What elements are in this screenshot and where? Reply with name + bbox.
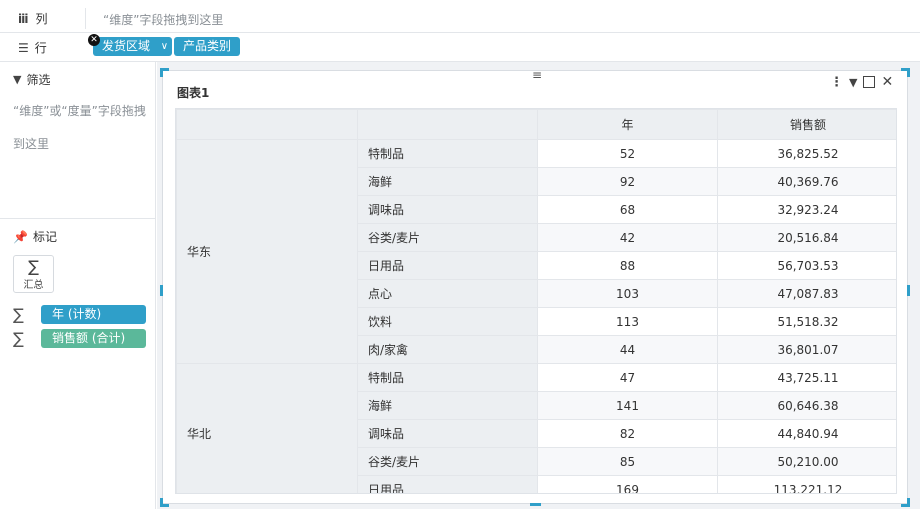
year-cell: 169	[537, 475, 718, 493]
category-cell: 日用品	[357, 475, 538, 493]
sigma-icon: ∑	[13, 305, 24, 324]
chevron-down-icon[interactable]: ∨	[161, 37, 168, 56]
close-icon[interactable]: ✕	[881, 74, 893, 90]
columns-icon: ⅲ	[18, 11, 30, 26]
sales-cell: 51,518.32	[717, 307, 896, 336]
row-shelf[interactable]: ☰ 行 发货区域 ∨ ✕ 产品类别	[0, 33, 920, 62]
remove-pill-icon[interactable]: ✕	[88, 34, 100, 46]
filter-icon: ▼	[13, 73, 22, 86]
measure-year-pill[interactable]: 年 (计数)	[41, 305, 146, 324]
drag-handle-icon[interactable]: ≡	[530, 69, 544, 81]
chart-toolbar: ⋮ ▼ ✕	[830, 74, 893, 90]
category-cell: 海鲜	[357, 391, 538, 420]
summary-label: 汇总	[23, 280, 44, 291]
sales-cell: 36,801.07	[717, 335, 896, 364]
measure-sales-pill[interactable]: 销售额 (合计)	[41, 329, 146, 348]
resize-edge-right[interactable]	[907, 285, 910, 296]
resize-edge-left[interactable]	[160, 285, 163, 296]
year-cell: 52	[537, 139, 718, 168]
year-cell: 103	[537, 279, 718, 308]
resize-corner-bottom-left[interactable]	[160, 498, 169, 507]
year-cell: 42	[537, 223, 718, 252]
section-divider	[0, 218, 156, 219]
shelf-divider	[85, 8, 86, 29]
pin-icon: 📌	[13, 229, 28, 244]
category-cell: 肉/家禽	[357, 335, 538, 364]
header-region	[176, 109, 358, 140]
category-cell: 调味品	[357, 419, 538, 448]
category-cell: 特制品	[357, 363, 538, 392]
left-panel: ▼ 筛选 “维度”或“度量”字段拖拽到这里 📌 标记 ∑ 汇总 ∑ 年 (计数)…	[0, 62, 156, 509]
column-shelf-hint: “维度”字段拖拽到这里	[103, 13, 224, 27]
row-pill-category[interactable]: 产品类别	[174, 37, 241, 56]
category-cell: 特制品	[357, 139, 538, 168]
sales-cell: 47,087.83	[717, 279, 896, 308]
column-shelf-label: ⅲ 列	[18, 10, 47, 27]
header-category	[357, 109, 538, 140]
sales-cell: 32,923.24	[717, 195, 896, 224]
rows-icon: ☰	[18, 40, 29, 55]
year-cell: 82	[537, 419, 718, 448]
year-cell: 113	[537, 307, 718, 336]
filter-drop-hint[interactable]: “维度”或“度量”字段拖拽到这里	[13, 95, 151, 161]
category-cell: 饮料	[357, 307, 538, 336]
more-icon[interactable]: ⋮	[830, 75, 843, 90]
table-row: 华北 特制品 47 43,725.11	[176, 363, 896, 493]
chart-title: 图表1	[177, 86, 210, 100]
filter-section-title: ▼ 筛选	[13, 71, 50, 88]
year-cell: 85	[537, 447, 718, 476]
region-cell: 华北	[176, 363, 358, 493]
sales-cell: 60,646.38	[717, 391, 896, 420]
resize-edge-bottom[interactable]	[530, 503, 541, 506]
table-row: 华东 特制品 52 36,825.52	[176, 139, 896, 364]
region-cell: 华东	[176, 139, 358, 364]
resize-corner-top-right[interactable]	[901, 68, 910, 77]
sales-cell: 113,221.12	[717, 475, 896, 493]
sales-cell: 50,210.00	[717, 447, 896, 476]
marks-title-text: 标记	[32, 230, 57, 244]
measure-year[interactable]: ∑ 年 (计数)	[13, 305, 146, 324]
resize-corner-top-left[interactable]	[160, 68, 169, 77]
year-cell: 92	[537, 167, 718, 196]
column-shelf-text: 列	[35, 12, 48, 26]
sales-cell: 56,703.53	[717, 251, 896, 280]
column-shelf[interactable]: ⅲ 列 “维度”字段拖拽到这里	[0, 4, 920, 33]
sigma-icon: ∑	[13, 329, 24, 348]
row-shelf-text: 行	[34, 41, 47, 55]
row-shelf-label: ☰ 行	[18, 39, 47, 56]
row-pill-label: 发货区域	[102, 39, 151, 53]
year-cell: 68	[537, 195, 718, 224]
category-cell: 谷类/麦片	[357, 223, 538, 252]
resize-corner-bottom-right[interactable]	[901, 498, 910, 507]
category-cell: 海鲜	[357, 167, 538, 196]
marks-section-title: 📌 标记	[13, 228, 57, 245]
summary-button[interactable]: ∑ 汇总	[13, 255, 54, 293]
year-cell: 88	[537, 251, 718, 280]
sales-cell: 40,369.76	[717, 167, 896, 196]
filter-icon[interactable]: ▼	[849, 76, 857, 89]
year-cell: 141	[537, 391, 718, 420]
row-pill-region[interactable]: 发货区域 ∨	[93, 37, 173, 56]
category-cell: 日用品	[357, 251, 538, 280]
filter-title-text: 筛选	[26, 73, 51, 87]
measure-sales[interactable]: ∑ 销售额 (合计)	[13, 329, 146, 348]
sales-cell: 36,825.52	[717, 139, 896, 168]
table-header-row: 年 销售额	[176, 109, 896, 140]
header-sales[interactable]: 销售额	[717, 109, 896, 140]
pivot-table: 年 销售额 华东 特制品 52 36,825.52 海鲜 92 40,369.76 调味品 68…	[175, 108, 897, 494]
category-cell: 点心	[357, 279, 538, 308]
category-cell: 谷类/麦片	[357, 447, 538, 476]
sales-cell: 44,840.94	[717, 419, 896, 448]
sales-cell: 43,725.11	[717, 363, 896, 392]
header-year[interactable]: 年	[537, 109, 718, 140]
year-cell: 44	[537, 335, 718, 364]
sigma-icon: ∑	[28, 257, 39, 276]
maximize-icon[interactable]	[863, 76, 876, 88]
year-cell: 47	[537, 363, 718, 392]
category-cell: 调味品	[357, 195, 538, 224]
sales-cell: 20,516.84	[717, 223, 896, 252]
